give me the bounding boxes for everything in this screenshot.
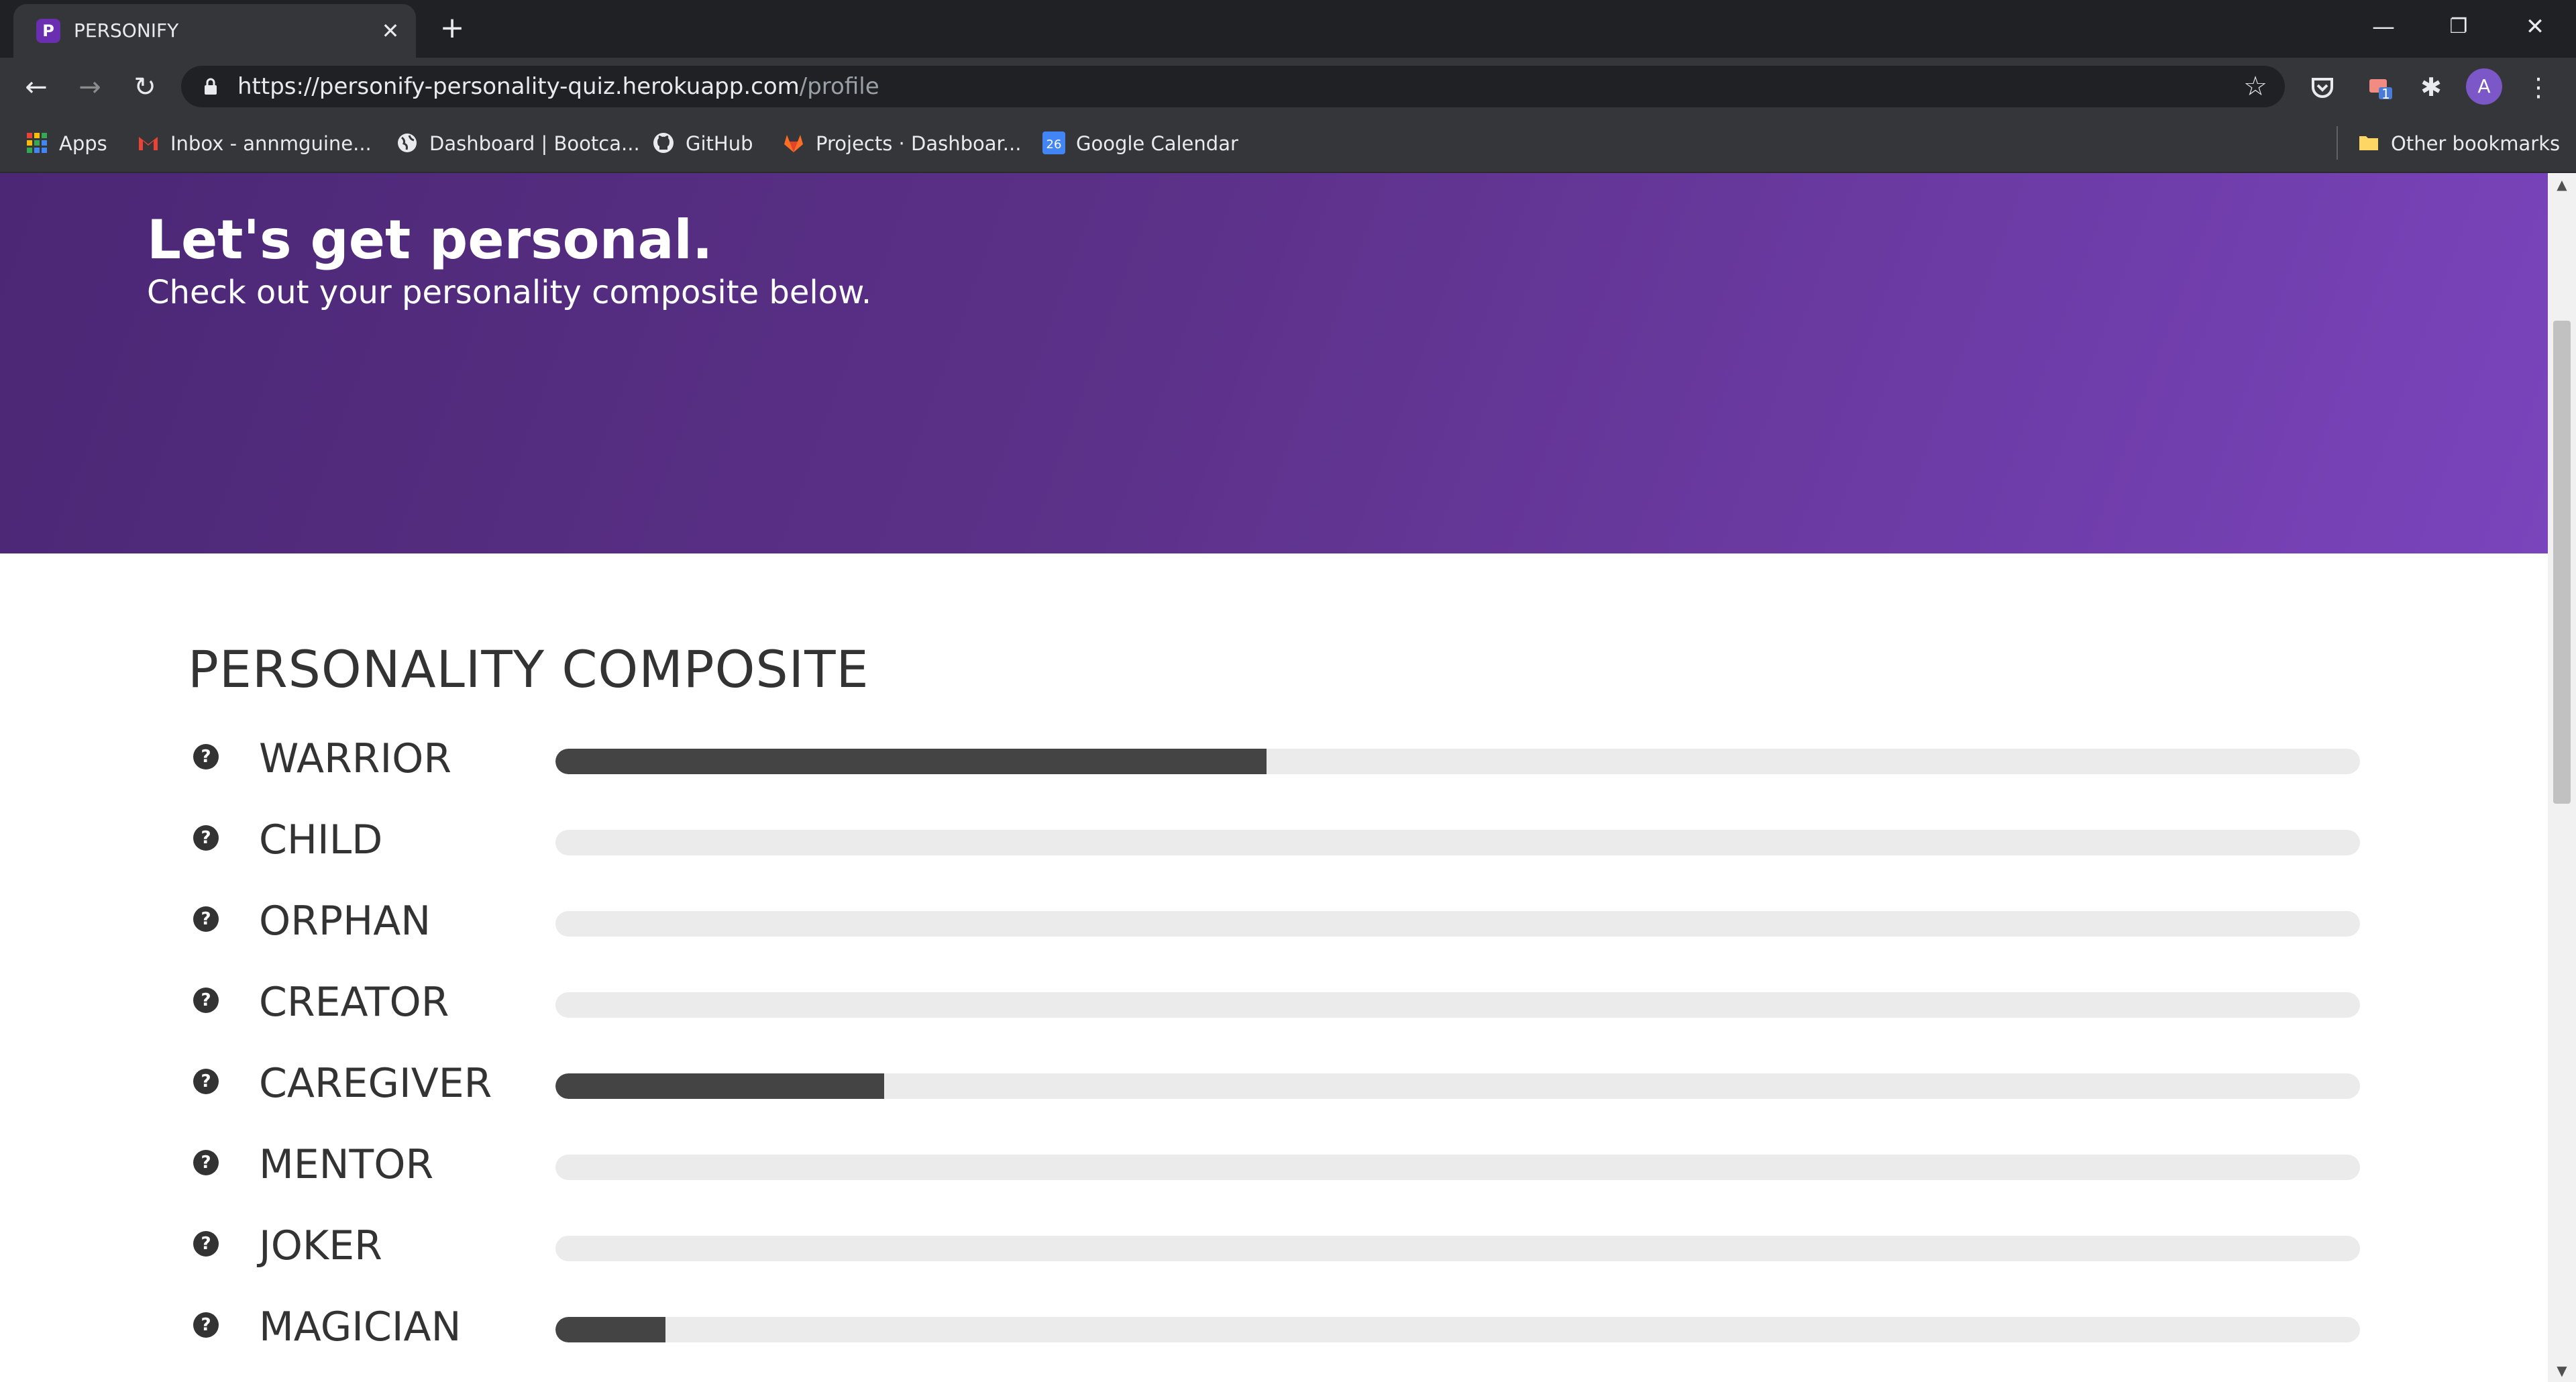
- browser-menu-icon[interactable]: ⋮: [2520, 68, 2557, 106]
- question-circle-icon[interactable]: ?: [193, 1150, 219, 1175]
- apps-grid-icon: [27, 133, 47, 153]
- bookmark-label: GitHub: [686, 132, 753, 155]
- trait-label: MENTOR: [259, 1141, 434, 1188]
- bookmark-google-calendar[interactable]: 26 Google Calendar: [1042, 127, 1238, 160]
- bookmark-github[interactable]: GitHub: [652, 127, 753, 160]
- other-bookmarks[interactable]: Other bookmarks: [2357, 127, 2560, 160]
- other-bookmarks-label: Other bookmarks: [2391, 132, 2561, 155]
- bookmark-projects[interactable]: Projects · Dashboar...: [782, 127, 1021, 160]
- pocket-extension-icon[interactable]: [2304, 68, 2341, 106]
- bookmark-label: Dashboard | Bootca...: [429, 132, 640, 155]
- question-circle-icon[interactable]: ?: [193, 825, 219, 851]
- trait-bar-track: [555, 911, 2360, 937]
- trait-row-magician: ? MAGICIAN: [0, 1291, 2548, 1359]
- bookmarks-divider: [2337, 126, 2338, 160]
- trait-bar-fill: [555, 749, 1267, 774]
- extensions-puzzle-icon[interactable]: ✱: [2412, 68, 2450, 106]
- restore-window-button[interactable]: ❐: [2428, 7, 2489, 47]
- trait-row-joker: ? JOKER: [0, 1210, 2548, 1277]
- bookmark-dashboard[interactable]: Dashboard | Bootca...: [396, 127, 640, 160]
- trait-bar-track: [555, 1073, 2360, 1099]
- question-circle-icon[interactable]: ?: [193, 988, 219, 1013]
- browser-tab[interactable]: P PERSONIFY ✕: [13, 4, 416, 58]
- page-scrollbar[interactable]: ▲ ▼: [2548, 173, 2576, 1382]
- trait-bar-track: [555, 1236, 2360, 1261]
- trait-row-orphan: ? ORPHAN: [0, 886, 2548, 953]
- trait-row-child: ? CHILD: [0, 804, 2548, 871]
- calendar-icon-date: 26: [1046, 138, 1062, 152]
- question-circle-icon[interactable]: ?: [193, 1069, 219, 1094]
- bookmark-label: Apps: [59, 132, 107, 155]
- trait-row-warrior: ? WARRIOR: [0, 723, 2548, 790]
- question-circle-icon[interactable]: ?: [193, 744, 219, 769]
- trait-row-mentor: ? MENTOR: [0, 1129, 2548, 1196]
- trait-row-caregiver: ? CAREGIVER: [0, 1048, 2548, 1115]
- trait-label: WARRIOR: [259, 735, 452, 782]
- bookmark-apps[interactable]: Apps: [25, 127, 107, 160]
- hero-title: Let's get personal.: [147, 209, 713, 271]
- extension-with-badge-icon[interactable]: 1: [2361, 68, 2399, 106]
- globe-icon: [398, 134, 417, 152]
- question-circle-icon[interactable]: ?: [193, 1231, 219, 1257]
- lock-icon: [205, 78, 217, 95]
- back-button[interactable]: ←: [17, 68, 55, 106]
- trait-bar-track: [555, 830, 2360, 855]
- trait-bar-track: [555, 1155, 2360, 1180]
- trait-row-creator: ? CREATOR: [0, 967, 2548, 1034]
- hero-banner: Let's get personal. Check out your perso…: [0, 173, 2548, 553]
- trait-label: CHILD: [259, 816, 383, 863]
- bookmark-label: Inbox - annmguine...: [170, 132, 372, 155]
- bookmark-label: Google Calendar: [1076, 132, 1238, 155]
- github-icon: [653, 133, 674, 153]
- bookmark-inbox[interactable]: Inbox - annmguine...: [137, 127, 372, 160]
- scroll-down-arrow-icon[interactable]: ▼: [2553, 1362, 2571, 1379]
- close-window-button[interactable]: ✕: [2505, 7, 2565, 47]
- gitlab-icon: [784, 135, 803, 152]
- folder-icon: [2359, 136, 2378, 150]
- browser-toolbar: ← → ↻ https://personify-personality-quiz…: [0, 58, 2576, 115]
- hero-subtitle: Check out your personality composite bel…: [147, 274, 872, 311]
- url-path: /profile: [799, 73, 879, 100]
- minimize-window-button[interactable]: —: [2353, 7, 2414, 47]
- tab-close-icon[interactable]: ✕: [377, 17, 404, 44]
- trait-bar-fill: [555, 1317, 666, 1342]
- scrollbar-thumb[interactable]: [2553, 321, 2571, 804]
- trait-label: ORPHAN: [259, 898, 431, 945]
- url-base: https://personify-personality-quiz.herok…: [237, 73, 800, 100]
- new-tab-button[interactable]: +: [436, 13, 468, 46]
- question-circle-icon[interactable]: ?: [193, 1312, 219, 1338]
- bookmark-label: Projects · Dashboar...: [816, 132, 1022, 155]
- forward-button[interactable]: →: [71, 68, 109, 106]
- reload-button[interactable]: ↻: [126, 68, 164, 106]
- profile-avatar[interactable]: A: [2466, 68, 2502, 105]
- calendar-icon: 26: [1042, 131, 1065, 154]
- personify-favicon-icon: P: [36, 19, 60, 43]
- trait-bar-track: [555, 749, 2360, 774]
- gmail-icon: [139, 137, 158, 150]
- extension-badge: 1: [2381, 86, 2390, 102]
- scroll-up-arrow-icon[interactable]: ▲: [2553, 176, 2571, 193]
- url-text: https://personify-personality-quiz.herok…: [237, 72, 879, 101]
- trait-label: CREATOR: [259, 979, 449, 1026]
- page-viewport: Let's get personal. Check out your perso…: [0, 173, 2548, 1382]
- trait-bar-track: [555, 1317, 2360, 1342]
- trait-label: CAREGIVER: [259, 1060, 492, 1107]
- browser-tab-strip: P PERSONIFY ✕ + — ❐ ✕: [0, 0, 2576, 58]
- trait-bar-track: [555, 992, 2360, 1018]
- tab-title: PERSONIFY: [74, 19, 179, 42]
- trait-bar-fill: [555, 1073, 884, 1099]
- personality-composite-heading: PERSONALITY COMPOSITE: [188, 639, 869, 699]
- question-circle-icon[interactable]: ?: [193, 906, 219, 932]
- address-bar[interactable]: https://personify-personality-quiz.herok…: [181, 66, 2285, 107]
- trait-label: MAGICIAN: [259, 1304, 462, 1350]
- bookmark-star-icon[interactable]: ☆: [2243, 71, 2267, 102]
- trait-label: JOKER: [259, 1222, 382, 1269]
- bookmarks-bar: Apps Inbox - annmguine... Dashboard | Bo…: [0, 115, 2576, 173]
